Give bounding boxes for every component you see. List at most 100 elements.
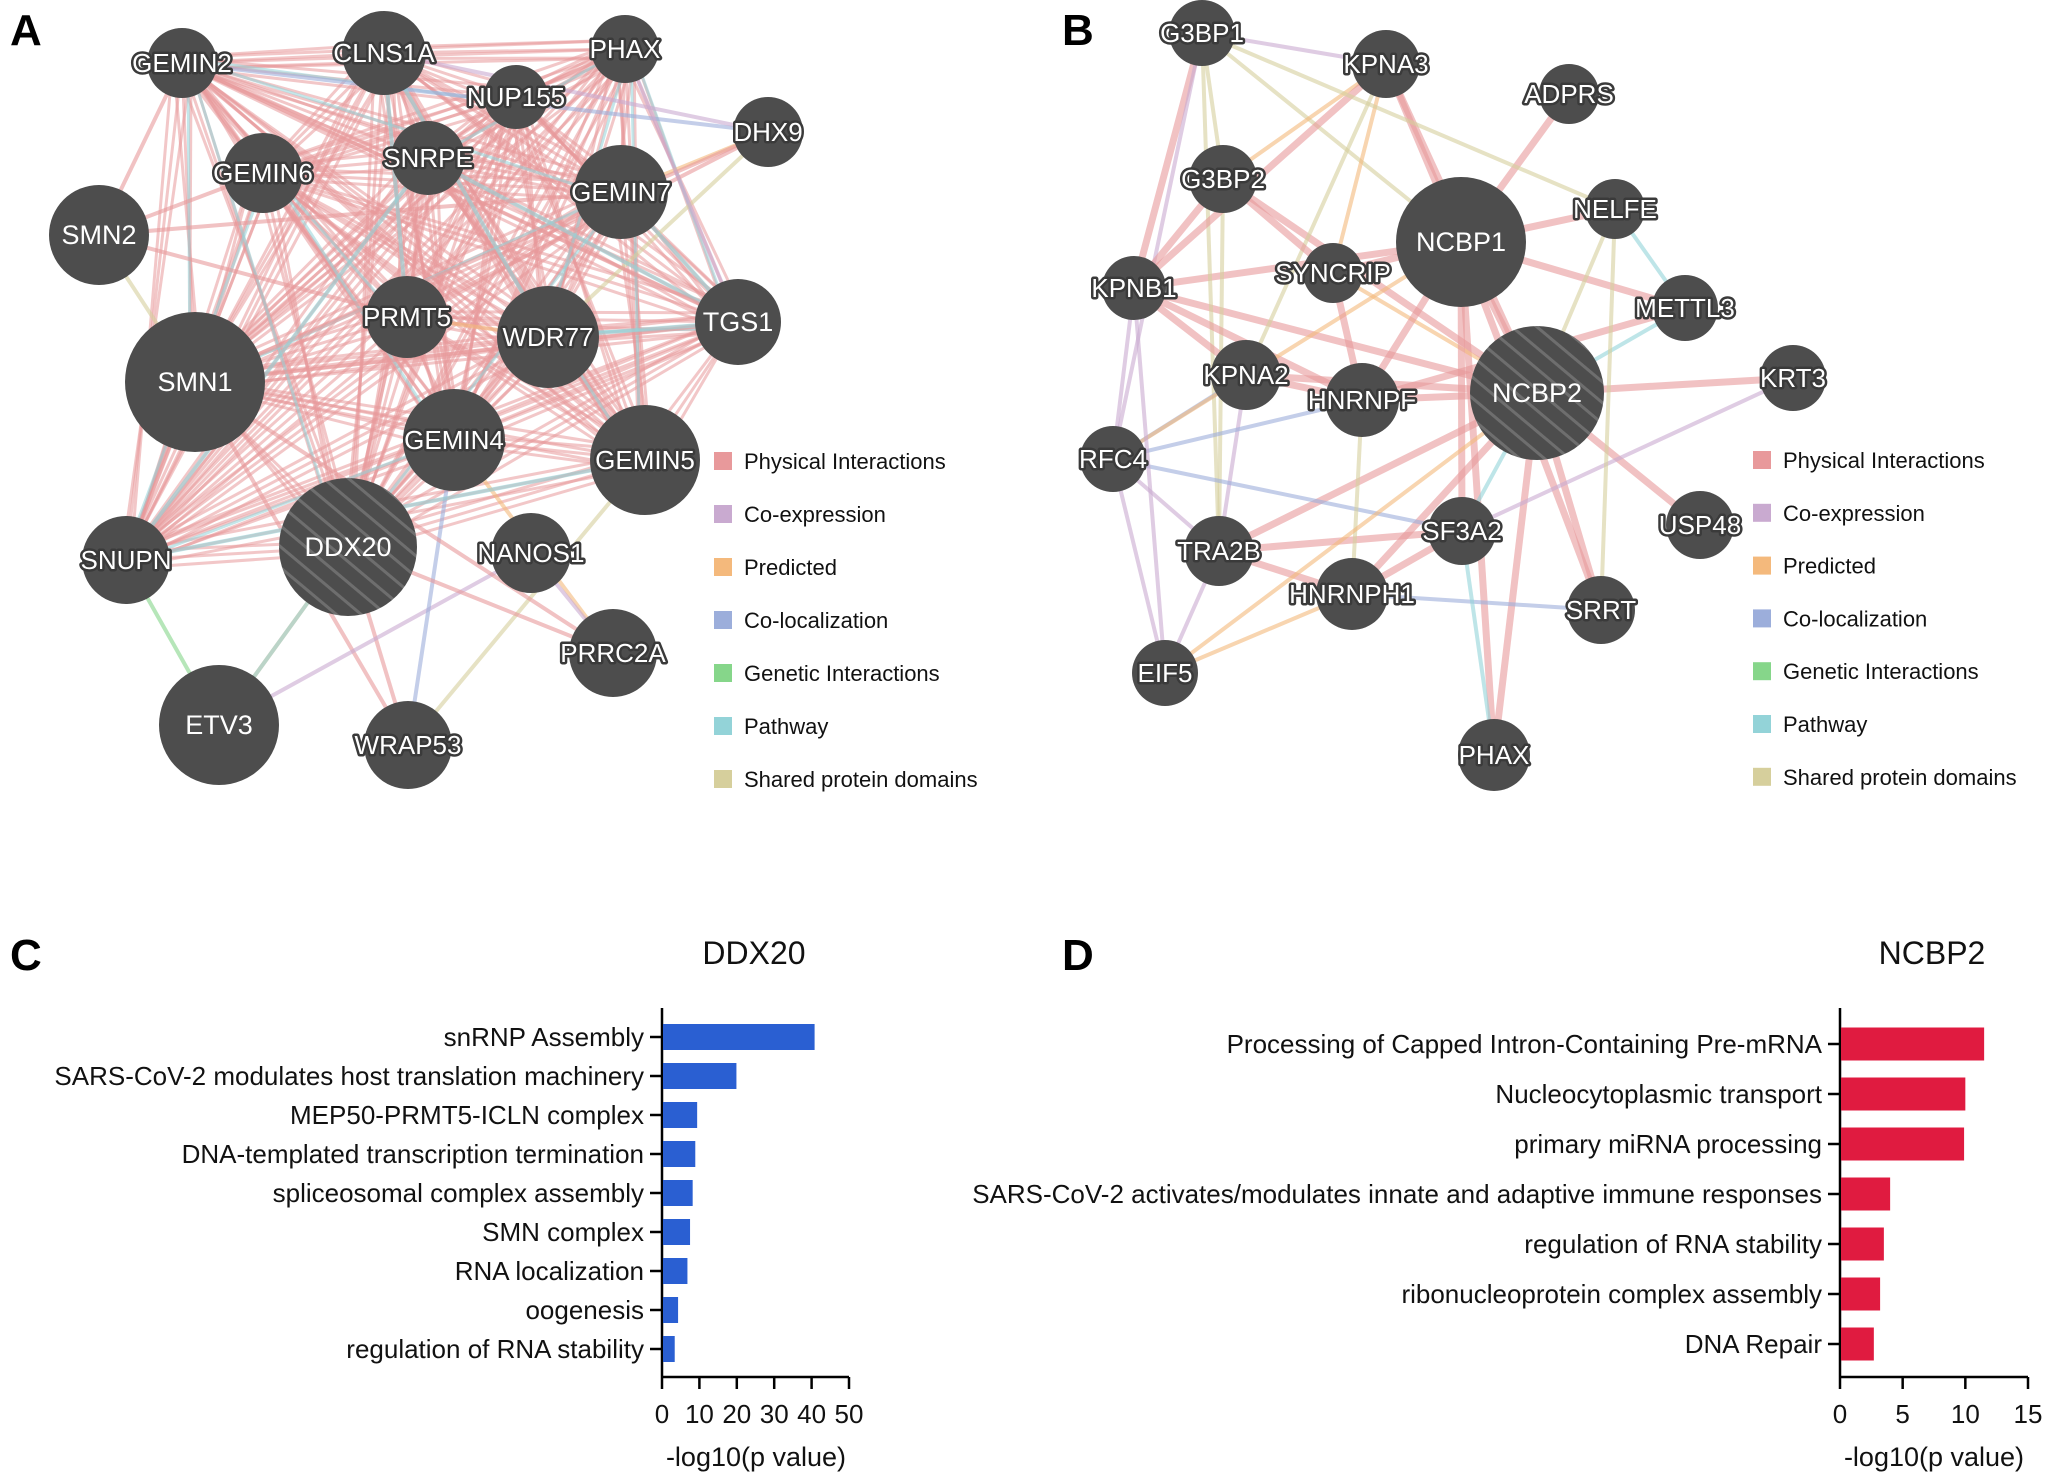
node-smn1[interactable]: SMN1 [125,312,265,452]
node-etv3[interactable]: ETV3 [159,665,279,785]
legend-label: Co-localization [1783,606,1927,631]
node-label: USP48 [1659,510,1741,540]
legend-b: Physical Interactions Co-expression Predic… [1753,448,2017,790]
edge-domains [1200,32,1221,552]
node-adprs[interactable]: ADPRS [1522,64,1616,124]
edge-domains [1599,208,1617,611]
legend-swatch [1753,662,1771,681]
bar [663,1141,696,1167]
node-label: EIF5 [1138,658,1193,688]
bar [663,1258,688,1284]
node-label: CLNS1A [333,38,435,68]
node-dhx9[interactable]: DHX9 [731,97,805,167]
bar [1841,1127,1965,1161]
node-label: METTL3 [1635,293,1735,323]
legend-swatch [714,452,732,470]
node-eif5[interactable]: EIF5 [1132,640,1198,706]
node-label: GEMIN2 [132,48,232,78]
bar [663,1180,693,1206]
node-label: NCBP2 [1492,378,1582,408]
figure: A B C D GEMIN2 CLNS1A PHAX NUP155 DHX9 GEMIN6… [10,0,2042,1472]
node-label: WDR77 [502,322,593,352]
network-a-nodes: GEMIN2 CLNS1A PHAX NUP155 DHX9 GEMIN6 SNRPE GEM… [49,11,805,789]
bar [1841,1227,1884,1261]
category-label: SARS-CoV-2 activates/modulates innate an… [972,1179,1822,1209]
legend-swatch [1753,609,1771,628]
legend-label: Co-localization [744,608,888,633]
node-srrt[interactable]: SRRT [1563,576,1639,644]
bar [663,1102,698,1128]
node-nanos1[interactable]: NANOS1 [475,513,587,593]
node-ncbp2[interactable]: NCBP2 [1470,326,1604,460]
node-label: RFC4 [1079,444,1147,474]
network-b-edges [1111,31,1794,756]
node-label: TGS1 [703,307,774,337]
node-prrc2a[interactable]: PRRC2A [558,609,669,697]
node-label: GEMIN5 [595,445,695,475]
node-wdr77[interactable]: WDR77 [497,286,599,388]
legend-swatch [1753,451,1771,469]
x-tick-label: 10 [685,1399,714,1429]
x-tick-label: 10 [1951,1399,1980,1429]
chart-title: DDX20 [702,935,805,971]
node-gemin4[interactable]: GEMIN4 [402,389,506,491]
category-label: DNA-templated transcription termination [182,1139,644,1169]
legend-item-pathway: Pathway [714,714,828,739]
node-hnrnpf[interactable]: HNRNPF [1305,363,1419,437]
x-axis-label: -log10(p value) [1844,1442,2024,1472]
network-ncbp2: G3BP1 KPNA3 ADPRS G3BP2 NCBP1 NELFE SYNCRIP KPN… [1077,0,1829,791]
category-label: primary miRNA processing [1514,1129,1822,1159]
node-wrap53[interactable]: WRAP53 [352,701,464,789]
legend-item-colocalization: Co-localization [714,608,888,633]
panel-label-a: A [10,6,42,55]
legend-label: Pathway [744,714,828,739]
bar-chart-ncbp2: NCBP2 -log10(p value) 0 5 10 15 Processing o… [972,935,2042,1472]
node-label: KPNB1 [1091,273,1176,303]
node-label: GEMIN4 [404,425,504,455]
legend-label: Physical Interactions [744,449,946,474]
node-label: PHAX [590,34,661,64]
legend-swatch [714,505,732,523]
node-label: DDX20 [304,532,391,562]
legend-label: Co-expression [744,502,886,527]
node-label: NELFE [1573,194,1657,224]
node-mettl3[interactable]: METTL3 [1633,275,1737,341]
node-gemin5[interactable]: GEMIN5 [590,405,700,515]
node-smn2[interactable]: SMN2 [49,185,149,285]
panel-label-c: C [10,931,42,980]
legend-label: Shared protein domains [744,767,978,792]
x-tick-label: 30 [760,1399,789,1429]
legend-item-domains: Shared protein domains [1753,765,2017,790]
node-label: PRMT5 [363,302,451,332]
legend-swatch [714,558,732,576]
category-label: ribonucleoprotein complex assembly [1401,1279,1822,1309]
legend-item-pathway: Pathway [1753,712,1867,737]
node-label: GEMIN7 [571,177,671,207]
node-ddx20[interactable]: DDX20 [279,478,417,616]
node-krt3[interactable]: KRT3 [1758,345,1829,411]
legend-item-physical: Physical Interactions [1753,448,1985,473]
legend-item-colocalization: Co-localization [1753,606,1927,631]
node-nelfe[interactable]: NELFE [1571,179,1659,239]
node-label: PRRC2A [560,638,666,668]
node-tgs1[interactable]: TGS1 [695,279,781,365]
node-label: SNRPE [383,143,473,173]
node-phax[interactable]: PHAX [1456,719,1532,791]
bar [663,1336,675,1362]
legend-item-genetic: Genetic Interactions [714,661,940,686]
panel-label-b: B [1062,6,1094,55]
legend-swatch [1753,767,1771,786]
node-ncbp1[interactable]: NCBP1 [1396,177,1526,307]
category-label: Nucleocytoplasmic transport [1495,1079,1822,1109]
legend-swatch [714,770,732,788]
edge-coexpression [1111,32,1204,460]
bar [1841,1177,1891,1211]
legend-label: Pathway [1783,712,1867,737]
x-tick-label: 15 [2014,1399,2043,1429]
node-label: NUP155 [467,82,565,112]
node-label: KRT3 [1760,363,1826,393]
legend-swatch [714,717,732,735]
bar [663,1297,679,1323]
bar [1841,1327,1874,1361]
category-label: SARS-CoV-2 modulates host translation ma… [54,1061,644,1091]
